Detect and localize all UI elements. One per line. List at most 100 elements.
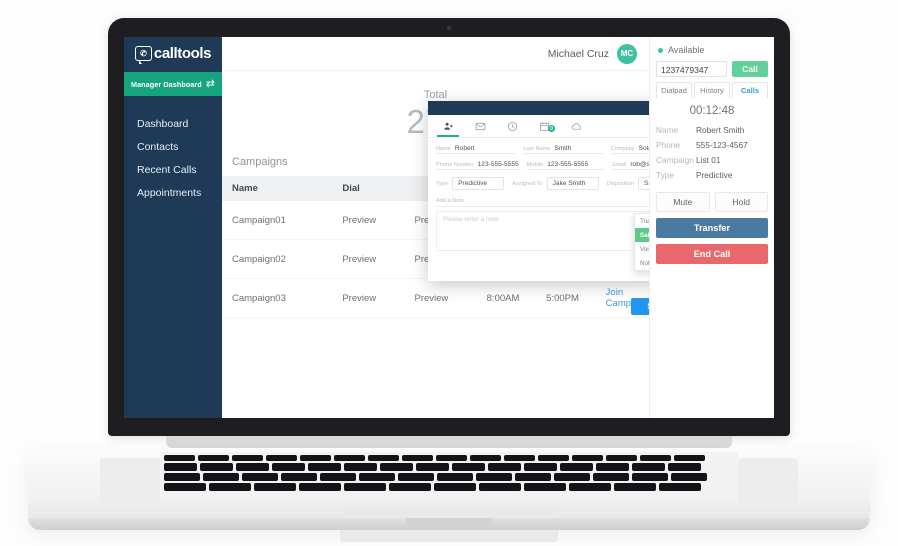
call-button[interactable]: Call bbox=[732, 61, 768, 77]
keyboard-key bbox=[504, 455, 535, 461]
detail-key: Type bbox=[656, 169, 674, 180]
company-field[interactable]: Company Solar Co bbox=[610, 145, 649, 154]
keyboard-key bbox=[200, 463, 233, 471]
first-name-field[interactable]: Name Robert bbox=[436, 145, 516, 154]
last-name-field[interactable]: Last Name Smith bbox=[523, 145, 603, 154]
agent-status[interactable]: Available bbox=[656, 37, 768, 61]
tab-history[interactable]: History bbox=[694, 82, 730, 98]
tab-cloud[interactable] bbox=[560, 115, 592, 137]
keyboard-key bbox=[164, 455, 195, 461]
main-column: Michael Cruz MC Total 273 Campaigns Name bbox=[222, 37, 649, 418]
disposition-value: Sale Made bbox=[638, 177, 649, 190]
phone-number-input[interactable]: 1237479347 bbox=[656, 61, 727, 77]
phone-number-field[interactable]: Phone Number 123-555-5555 bbox=[436, 161, 519, 170]
dropdown-option-not-interested[interactable]: Not Interested bbox=[635, 256, 649, 270]
mail-icon bbox=[475, 122, 485, 130]
detail-value: 555-123-4567 bbox=[696, 139, 748, 150]
status-dot-icon bbox=[658, 47, 663, 53]
end-call-button[interactable]: End Call bbox=[656, 244, 768, 264]
mobile-field[interactable]: Mobile 123-555-5555 bbox=[526, 161, 605, 170]
keyboard-key bbox=[344, 463, 377, 471]
type-field[interactable]: Type Predictive bbox=[436, 177, 505, 191]
keyboard-key bbox=[640, 455, 671, 461]
email-field[interactable]: Email rob@solarco.com bbox=[612, 161, 649, 170]
call-action-row: Mute Hold bbox=[656, 192, 768, 212]
disposition-label: Disposition bbox=[606, 181, 634, 187]
sidebar-item-appointments[interactable]: Appointments bbox=[124, 181, 222, 204]
keyboard-key bbox=[632, 473, 668, 481]
keyboard-key bbox=[479, 483, 521, 491]
mute-button[interactable]: Mute bbox=[656, 192, 710, 212]
laptop-base-notch bbox=[406, 518, 492, 525]
company-label: Company bbox=[610, 146, 635, 152]
assigned-to-label: Assigned To bbox=[512, 181, 543, 187]
detail-row-campaign: Campaign List 01 bbox=[656, 152, 768, 167]
form-row-3: Type Predictive Assigned To Jake Smith D… bbox=[436, 177, 649, 191]
avatar[interactable]: MC bbox=[617, 43, 637, 64]
note-textarea[interactable]: Please enter a note. bbox=[436, 211, 649, 251]
detail-key: Phone bbox=[656, 139, 680, 150]
tab-add-person[interactable] bbox=[432, 115, 464, 137]
tab-calls[interactable]: Calls bbox=[732, 82, 768, 98]
keyboard-key bbox=[164, 463, 197, 471]
keyboard-key bbox=[515, 473, 551, 481]
dropdown-option-voicemail[interactable]: Voicemail bbox=[635, 242, 649, 256]
keyboard-key bbox=[452, 463, 485, 471]
transfer-button[interactable]: Transfer bbox=[656, 218, 768, 238]
keyboard-key bbox=[434, 483, 476, 491]
phone-logo-icon: ✆ bbox=[134, 46, 152, 64]
keyboard-key bbox=[632, 463, 665, 471]
type-value: Predictive bbox=[452, 177, 505, 190]
dropdown-option-trial[interactable]: Trial bbox=[635, 214, 649, 228]
sidebar-item-contacts[interactable]: Contacts bbox=[124, 135, 222, 158]
tab-clock[interactable] bbox=[496, 115, 528, 137]
disposition-field[interactable]: Disposition Sale Made bbox=[607, 177, 649, 191]
keyboard-key bbox=[606, 455, 637, 461]
sidebar-item-dashboard[interactable]: Dashboard bbox=[124, 112, 222, 135]
cell-name: Campaign03 bbox=[222, 278, 333, 319]
keyboard-row bbox=[164, 455, 705, 461]
total-stat-label: Total bbox=[423, 89, 448, 101]
assigned-to-field[interactable]: Assigned To Jake Smith bbox=[512, 177, 599, 191]
column-header-dial: Dial bbox=[332, 176, 405, 202]
last-name-label: Last Name bbox=[523, 146, 551, 152]
company-value: Solar Co bbox=[638, 145, 649, 152]
top-bar: Michael Cruz MC bbox=[222, 37, 649, 71]
laptop-hinge-strip bbox=[166, 436, 732, 448]
sidebar-item-label: Recent Calls bbox=[137, 163, 197, 176]
tab-dialpad[interactable]: Dialpad bbox=[656, 82, 692, 98]
keyboard-key bbox=[554, 473, 590, 481]
cloud-icon bbox=[571, 122, 581, 130]
sidebar-item-recent-calls[interactable]: Recent Calls bbox=[124, 158, 222, 181]
keyboard-key bbox=[668, 463, 701, 471]
keyboard-row bbox=[164, 473, 707, 481]
form-row-1: Name Robert Last Name Smith Company Sol bbox=[436, 145, 649, 154]
sidebar: ✆ calltools Manager Dashboard ⇄ Dashboar… bbox=[124, 37, 222, 418]
type-label: Type bbox=[436, 181, 449, 187]
email-value: rob@solarco.com bbox=[630, 161, 649, 168]
note-label: Add a Note bbox=[436, 198, 649, 207]
keyboard-key bbox=[198, 455, 229, 461]
detail-value: Predictive bbox=[696, 169, 733, 180]
keyboard-key bbox=[674, 455, 705, 461]
hold-button[interactable]: Hold bbox=[714, 192, 768, 212]
dropdown-option-sale-made[interactable]: Sale Made bbox=[635, 228, 649, 242]
call-timer: 00:12:48 bbox=[689, 105, 735, 117]
modal-tab-bar: 0 bbox=[428, 115, 649, 138]
keyboard-key bbox=[209, 483, 251, 491]
app-logo: ✆ calltools bbox=[124, 37, 222, 70]
save-button[interactable]: Save bbox=[631, 298, 649, 315]
modal-form: Name Robert Last Name Smith Company Sol … bbox=[428, 138, 649, 315]
detail-key: Name bbox=[656, 124, 679, 135]
sidebar-item-label: Dashboard bbox=[137, 117, 189, 130]
keyboard-key bbox=[596, 463, 629, 471]
first-name-label: Name bbox=[436, 146, 451, 152]
laptop-lid: ✆ calltools Manager Dashboard ⇄ Dashboar… bbox=[108, 18, 790, 436]
modal-title-bar: — ✕ bbox=[428, 101, 649, 115]
tab-mail[interactable] bbox=[464, 115, 496, 137]
contact-modal: — ✕ bbox=[428, 101, 649, 315]
modal-footer: Save bbox=[436, 251, 649, 315]
manager-dashboard-button[interactable]: Manager Dashboard ⇄ bbox=[124, 72, 222, 96]
switch-dashboard-icon: ⇄ bbox=[205, 77, 215, 90]
tab-calendar[interactable]: 0 bbox=[528, 115, 560, 137]
